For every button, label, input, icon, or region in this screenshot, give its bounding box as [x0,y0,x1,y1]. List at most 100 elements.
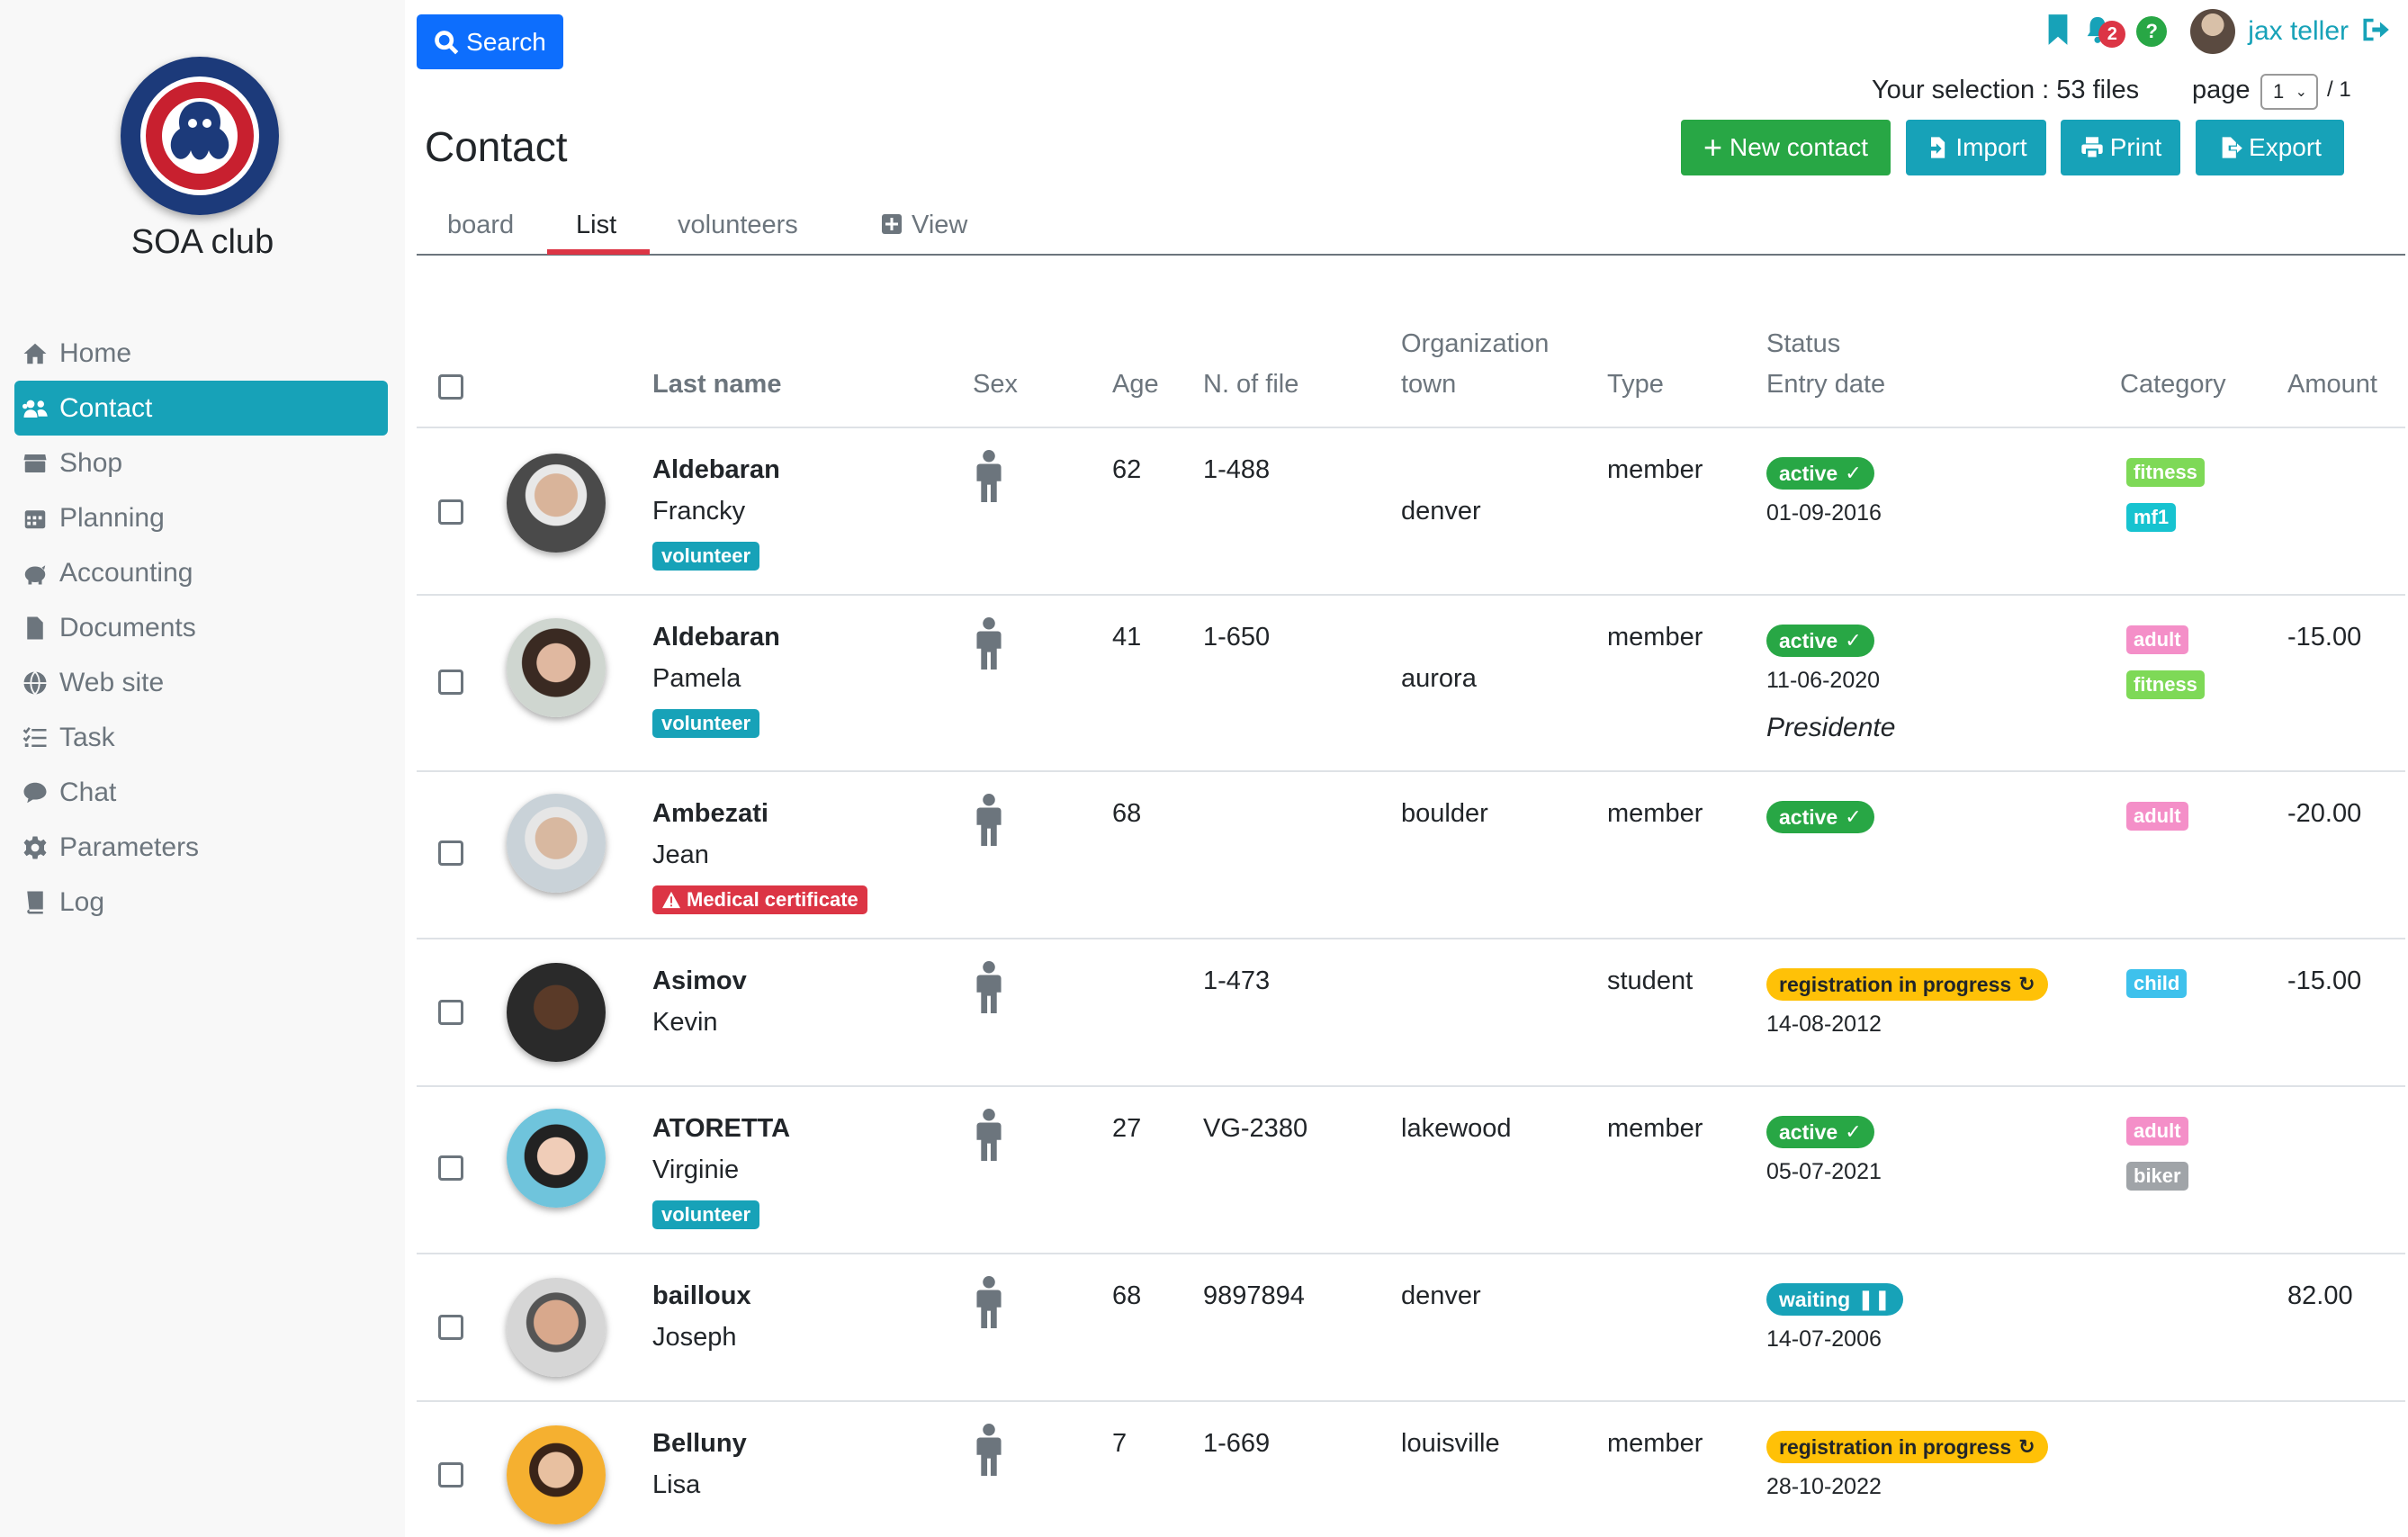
file-export-icon [2222,137,2242,158]
sidebar-item-label: Chat [59,777,117,807]
bookmark-icon[interactable] [2046,13,2070,49]
row-checkbox[interactable] [438,670,463,695]
row-checkbox[interactable] [438,840,463,866]
avatar[interactable] [507,1109,606,1208]
logout-icon[interactable] [2361,16,2390,48]
sidebar-item-home[interactable]: Home [14,326,388,381]
plus-icon: + [1703,129,1722,166]
table-row[interactable]: ATORETTA Virginie volunteer 27 VG-2380 l… [417,1087,2405,1254]
sidebar-item-contact[interactable]: Contact [14,381,388,436]
status-label: active [1779,461,1838,485]
row-checkbox[interactable] [438,1155,463,1181]
table-row[interactable]: bailloux Joseph 68 9897894 denver waitin… [417,1254,2405,1402]
header-category[interactable]: Category [2120,364,2226,405]
row-checkbox[interactable] [438,1315,463,1340]
first-name: Virginie [652,1155,740,1184]
last-name[interactable]: Aldebaran [652,455,780,485]
page-select[interactable]: 1 ⌄ [2260,74,2318,110]
print-button[interactable]: Print [2061,120,2180,175]
header-organization[interactable]: Organization [1401,324,1549,364]
role-label: Presidente [1766,713,1896,742]
tab-view[interactable]: View [881,211,967,240]
sidebar-item-website[interactable]: Web site [14,655,388,710]
avatar[interactable] [507,963,606,1062]
header-file-number[interactable]: N. of file [1203,364,1298,405]
first-name: Lisa [652,1470,701,1499]
print-label: Print [2109,133,2162,161]
warning-icon [662,891,680,909]
age: 62 [1112,455,1142,484]
category-badge: fitness [2126,458,2205,487]
last-name[interactable]: Ambezati [652,799,768,829]
sidebar-item-label: Parameters [59,831,200,862]
sidebar-item-task[interactable]: Task [14,710,388,765]
user-avatar[interactable] [2190,9,2236,54]
header-sex[interactable]: Sex [973,364,1018,405]
member-type: member [1607,799,1703,828]
chat-bubble-icon [22,779,56,806]
tab-list[interactable]: List [576,211,616,240]
last-name[interactable]: Asimov [652,966,747,996]
status-label: waiting [1779,1287,1851,1311]
row-checkbox[interactable] [438,1462,463,1488]
header-last-name[interactable]: Last name [652,364,781,405]
status-label: active [1779,1119,1838,1144]
avatar[interactable] [507,1278,606,1377]
select-all-checkbox[interactable] [438,374,463,400]
user-name-link[interactable]: jax teller [2248,16,2349,47]
header-type[interactable]: Type [1607,364,1664,405]
category-badge: mf1 [2126,503,2177,532]
import-button[interactable]: Import [1906,120,2046,175]
sidebar-item-log[interactable]: Log [14,875,388,930]
header-entry-date[interactable]: Entry date [1766,364,1885,405]
table-row[interactable]: Aldebaran Francky volunteer 62 1-488 den… [417,428,2405,596]
row-checkbox[interactable] [438,499,463,525]
volunteer-badge: volunteer [652,542,760,571]
sidebar-item-label: Log [59,886,105,917]
file-number: 1-488 [1203,455,1271,484]
new-contact-button[interactable]: + New contact [1681,120,1891,175]
sidebar-item-parameters[interactable]: Parameters [14,820,388,875]
last-name[interactable]: Aldebaran [652,623,780,652]
sidebar-item-planning[interactable]: Planning [14,490,388,545]
help-icon[interactable]: ? [2136,16,2168,47]
notification-bell[interactable]: 2 [2082,13,2126,49]
male-icon [973,450,1005,502]
table-row[interactable]: Ambezati Jean Medical certificate 68 bou… [417,772,2405,939]
category-badge: fitness [2126,670,2205,699]
last-name[interactable]: ATORETTA [652,1114,790,1144]
avatar[interactable] [507,454,606,553]
first-name: Joseph [652,1323,737,1352]
export-button[interactable]: Export [2196,120,2344,175]
header-age[interactable]: Age [1112,364,1159,405]
status-badge: waiting ❚❚ [1766,1283,1904,1316]
table-row[interactable]: Belluny Lisa 7 1-669 louisville member r… [417,1402,2405,1537]
header-status[interactable]: Status [1766,324,1840,364]
row-checkbox[interactable] [438,1000,463,1025]
sidebar-item-label: Shop [59,447,123,478]
avatar[interactable] [507,1425,606,1524]
status-badge: active ✓ [1766,801,1874,833]
tab-volunteers[interactable]: volunteers [678,211,798,240]
table-row[interactable]: Asimov Kevin 1-473 student registration … [417,939,2405,1087]
last-name[interactable]: bailloux [652,1281,751,1311]
sidebar-item-label: Contact [59,392,153,423]
sidebar-item-shop[interactable]: Shop [14,436,388,490]
sidebar-item-documents[interactable]: Documents [14,600,388,655]
avatar[interactable] [507,794,606,893]
sidebar-item-accounting[interactable]: Accounting [14,545,388,600]
age: 68 [1112,799,1142,828]
check-icon: ✓ [1845,1120,1862,1143]
status-badge: registration in progress ↻ [1766,1431,2048,1463]
tab-board[interactable]: board [447,211,514,240]
task-list-icon [22,724,56,751]
avatar[interactable] [507,618,606,717]
table-row[interactable]: Aldebaran Pamela volunteer 41 1-650 auro… [417,596,2405,772]
users-icon [22,395,56,422]
header-amount[interactable]: Amount [2287,364,2377,405]
last-name[interactable]: Belluny [652,1429,747,1459]
sidebar-item-chat[interactable]: Chat [14,765,388,820]
search-button[interactable]: Search [417,14,563,69]
town: louisville [1401,1429,1500,1458]
header-town[interactable]: town [1401,364,1456,405]
